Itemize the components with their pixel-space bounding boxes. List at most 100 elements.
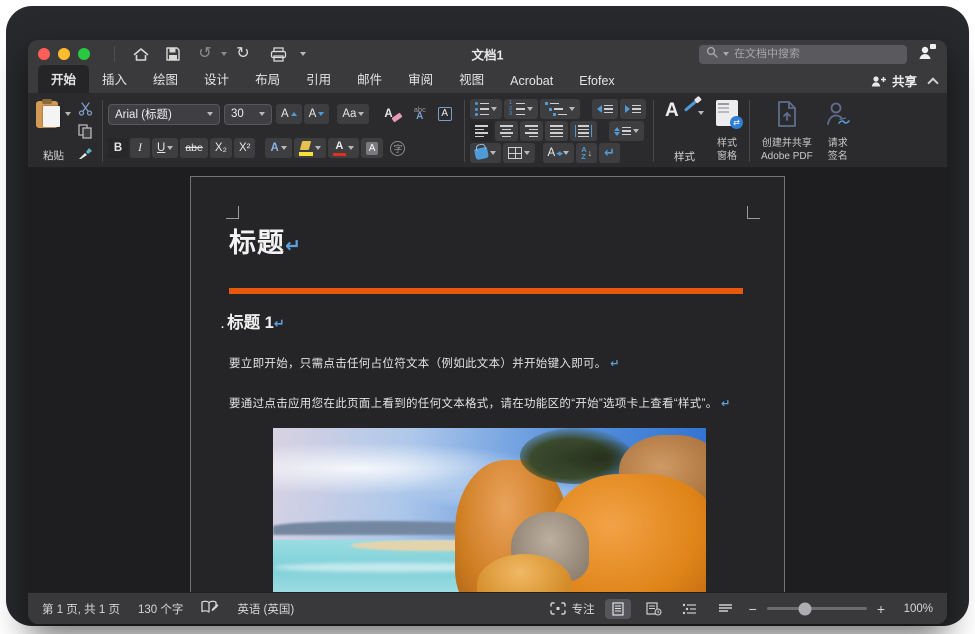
numbering-button[interactable]: 1 2 3	[504, 99, 538, 119]
align-center-button[interactable]	[494, 121, 518, 141]
publishing-layout-view-button[interactable]	[641, 599, 667, 619]
search-box[interactable]	[699, 44, 907, 64]
tab-design[interactable]: 设计	[191, 65, 242, 93]
shrink-font-button[interactable]: A	[303, 104, 330, 125]
focus-icon[interactable]	[549, 602, 566, 615]
document-title: 文档1	[471, 48, 504, 63]
font-size-select[interactable]: 30	[224, 103, 272, 125]
focus-label[interactable]: 专注	[572, 601, 595, 617]
paste-button[interactable]: 粘贴	[34, 97, 73, 165]
proofing-icon[interactable]	[201, 600, 219, 617]
zoom-level[interactable]: 100%	[895, 603, 933, 615]
undo-dropdown-caret-icon[interactable]	[221, 52, 227, 56]
outline-view-button[interactable]	[677, 599, 703, 619]
search-scope-caret-icon[interactable]	[723, 52, 729, 56]
minimize-button[interactable]	[58, 48, 70, 60]
tab-layout[interactable]: 布局	[242, 65, 293, 93]
align-left-button[interactable]	[469, 121, 493, 141]
dropdown-caret-icon	[563, 151, 570, 155]
clear-formatting-button[interactable]: A	[379, 104, 406, 124]
print-icon[interactable]	[267, 43, 289, 65]
show-formatting-marks-button[interactable]: ↵	[599, 143, 621, 163]
font-name-select[interactable]: Arial (标题)	[108, 103, 220, 125]
page-info[interactable]: 第 1 页, 共 1 页	[42, 601, 120, 617]
tab-home[interactable]: 开始	[38, 65, 90, 93]
zoom-out-button[interactable]: −	[749, 601, 757, 617]
shading-button[interactable]	[469, 143, 501, 163]
decrease-indent-button[interactable]	[592, 99, 618, 119]
heading-1-text[interactable]: . 标题 1↵	[221, 309, 285, 333]
save-icon[interactable]	[162, 43, 184, 65]
tab-draw[interactable]: 绘图	[140, 65, 191, 93]
character-shading-button[interactable]: A	[360, 138, 384, 159]
collapse-ribbon-icon[interactable]	[927, 76, 939, 89]
home-icon[interactable]	[130, 43, 152, 65]
account-icon[interactable]	[917, 43, 937, 66]
line-spacing-button[interactable]	[608, 121, 644, 141]
body-paragraph[interactable]: 要通过点击应用您在此页面上看到的任何文本格式，请在功能区的“开始”选项卡上查看“…	[229, 395, 749, 411]
italic-button[interactable]: I	[130, 138, 150, 159]
tab-insert[interactable]: 插入	[89, 65, 140, 93]
title-rule	[229, 288, 743, 294]
tab-efofex[interactable]: Efofex	[566, 70, 627, 93]
maximize-button[interactable]	[78, 48, 90, 60]
adobe-pdf-icon	[774, 100, 800, 133]
request-signature-button[interactable]: 请求 签名	[819, 97, 857, 165]
strikethrough-button[interactable]: abe	[180, 138, 208, 159]
tab-review[interactable]: 审阅	[395, 65, 446, 93]
enclose-characters-button[interactable]: 字	[385, 138, 410, 158]
create-share-pdf-button[interactable]: 创建并共享 Adobe PDF	[755, 97, 819, 165]
bold-button[interactable]: B	[108, 138, 128, 159]
distribute-text-button[interactable]	[569, 121, 597, 141]
bullets-button[interactable]	[469, 99, 502, 119]
word-count[interactable]: 130 个字	[138, 601, 183, 617]
paste-dropdown-caret-icon[interactable]	[65, 112, 71, 116]
justify-icon	[549, 125, 563, 137]
styles-pane-button[interactable]: ⇄ 样式 窗格	[710, 97, 744, 165]
styles-button[interactable]: A 样式	[659, 97, 710, 165]
cut-icon[interactable]	[75, 100, 95, 118]
superscript-button[interactable]: X²	[233, 138, 256, 159]
share-button[interactable]: 共享	[871, 71, 917, 90]
document-image[interactable]	[273, 428, 706, 592]
zoom-in-button[interactable]: +	[877, 601, 885, 617]
close-button[interactable]	[38, 48, 50, 60]
text-effects-button[interactable]: A	[265, 138, 292, 159]
print-layout-view-button[interactable]	[604, 598, 631, 619]
grow-font-button[interactable]: A	[276, 104, 302, 125]
multilevel-list-button[interactable]	[539, 99, 580, 119]
tab-view[interactable]: 视图	[446, 65, 497, 93]
language-selector[interactable]: 英语 (英国)	[237, 601, 294, 617]
zoom-slider-thumb[interactable]	[798, 602, 812, 615]
redo-icon[interactable]: ↻	[232, 43, 254, 65]
dropdown-caret-icon	[523, 151, 530, 155]
dropdown-caret-icon	[489, 151, 496, 155]
phonetic-guide-button[interactable]: abc A	[409, 104, 431, 124]
zoom-slider[interactable]	[766, 602, 867, 615]
increase-indent-button[interactable]	[620, 99, 646, 119]
character-scaling-button[interactable]: A ◂▸	[542, 143, 575, 163]
underline-button[interactable]: U	[152, 138, 179, 159]
copy-icon[interactable]	[75, 122, 95, 140]
document-page[interactable]: 标题↵ . 标题 1↵ 要立即开始，只需点击任何占位符文本（例如此文本）并开始键入…	[190, 176, 785, 592]
draft-view-button[interactable]	[713, 599, 739, 619]
tab-mailings[interactable]: 邮件	[344, 65, 395, 93]
character-border-button[interactable]: A	[433, 104, 457, 124]
document-area[interactable]: 标题↵ . 标题 1↵ 要立即开始，只需点击任何占位符文本（例如此文本）并开始键入…	[28, 168, 947, 592]
undo-icon[interactable]: ↺	[194, 43, 216, 65]
change-case-button[interactable]: Aa	[337, 104, 370, 125]
document-title-text[interactable]: 标题↵	[229, 221, 302, 260]
highlight-color-button[interactable]	[293, 138, 326, 159]
font-color-button[interactable]: A	[327, 138, 359, 159]
sort-button[interactable]: AZ ↓	[576, 143, 598, 163]
print-dropdown-caret-icon[interactable]	[300, 52, 306, 56]
subscript-button[interactable]: X₂	[209, 138, 232, 159]
body-paragraph[interactable]: 要立即开始，只需点击任何占位符文本（例如此文本）并开始键入即可。 ↵	[229, 355, 749, 371]
justify-button[interactable]	[544, 121, 568, 141]
tab-acrobat[interactable]: Acrobat	[497, 70, 566, 93]
format-painter-icon[interactable]	[75, 144, 95, 162]
borders-button[interactable]	[502, 143, 535, 163]
search-input[interactable]	[734, 48, 900, 60]
tab-references[interactable]: 引用	[293, 65, 344, 93]
align-right-button[interactable]	[519, 121, 543, 141]
